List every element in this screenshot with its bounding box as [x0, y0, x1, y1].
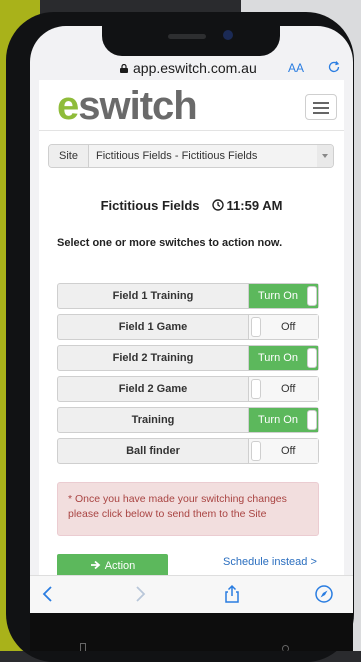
toggle-knob[interactable]: [251, 441, 261, 461]
phone-notch: [102, 26, 280, 56]
site-select[interactable]: Fictitious Fields - Fictitious Fields: [89, 145, 333, 167]
menu-bar-icon: [313, 112, 329, 114]
switch-row: Ball finder Off: [57, 438, 319, 464]
switch-row: Field 2 Game Off: [57, 376, 319, 402]
current-time: 11:59 AM: [226, 198, 283, 213]
phone-screen: app.eswitch.com.au AA eswitch Site Ficti…: [30, 26, 353, 651]
switch-row: Field 2 Training Turn On: [57, 345, 319, 371]
clock-icon: [211, 199, 224, 211]
site-label: Site: [49, 145, 89, 167]
switch-toggle[interactable]: Off: [248, 315, 318, 339]
toggle-label: Turn On: [258, 290, 298, 302]
toggle-knob[interactable]: [307, 410, 317, 430]
hamburger-menu-button[interactable]: [305, 94, 337, 120]
toggle-knob[interactable]: [251, 317, 261, 337]
instructions: Select one or more switches to action no…: [57, 237, 283, 249]
switch-toggle[interactable]: Off: [248, 377, 318, 401]
speaker: [168, 34, 206, 39]
browser-toolbar: [30, 575, 353, 614]
toggle-knob[interactable]: [251, 379, 261, 399]
toggle-knob[interactable]: [307, 286, 317, 306]
switch-name: Field 1 Game: [118, 321, 188, 333]
info-alert: * Once you have made your switching chan…: [57, 482, 319, 536]
tabs-icon[interactable]: [80, 643, 86, 651]
switch-name: Field 1 Training: [112, 290, 194, 302]
url-text: app.eswitch.com.au: [133, 60, 257, 76]
toggle-label: Turn On: [258, 414, 298, 426]
switch-toggle[interactable]: Turn On: [248, 346, 318, 370]
toggle-label: Turn On: [258, 352, 298, 364]
share-icon[interactable]: [222, 584, 242, 604]
chevron-down-icon[interactable]: [317, 145, 333, 167]
switch-row: Field 1 Training Turn On: [57, 283, 319, 309]
back-icon[interactable]: [38, 584, 58, 604]
web-content: eswitch Site Fictitious Fields - Fictiti…: [39, 80, 344, 579]
arrow-right-icon: [90, 560, 101, 570]
toggle-knob[interactable]: [307, 348, 317, 368]
switch-name: Training: [131, 414, 175, 426]
forward-icon[interactable]: [130, 584, 150, 604]
switch-name: Ball finder: [126, 445, 180, 457]
browser-address-bar[interactable]: app.eswitch.com.au AA: [30, 56, 353, 80]
header-divider: [39, 130, 344, 131]
site-name: Fictitious Fields: [100, 198, 200, 213]
toggle-label: Off: [281, 445, 296, 457]
reload-icon[interactable]: [327, 60, 341, 74]
compass-icon[interactable]: [314, 584, 334, 604]
action-label: Action: [104, 560, 136, 572]
text-size-button[interactable]: AA: [288, 61, 304, 75]
toggle-label: Off: [281, 321, 296, 333]
switch-toggle[interactable]: Turn On: [248, 408, 318, 432]
eswitch-logo[interactable]: eswitch: [57, 84, 198, 129]
switch-toggle[interactable]: Off: [248, 439, 318, 463]
camera: [223, 30, 233, 40]
switch-row: Field 1 Game Off: [57, 314, 319, 340]
camera-icon[interactable]: [282, 645, 289, 651]
menu-bar-icon: [313, 102, 329, 104]
switch-name: Field 2 Training: [112, 352, 194, 364]
switch-row: Training Turn On: [57, 407, 319, 433]
switch-toggle[interactable]: Turn On: [248, 284, 318, 308]
site-status: Fictitious Fields 11:59 AM: [39, 198, 344, 213]
lock-icon: [120, 64, 128, 73]
toggle-label: Off: [281, 383, 296, 395]
home-area: [30, 613, 353, 651]
url-display[interactable]: app.eswitch.com.au: [120, 60, 257, 76]
menu-bar-icon: [313, 107, 329, 109]
schedule-instead-link[interactable]: Schedule instead >: [223, 556, 317, 568]
site-selector[interactable]: Site Fictitious Fields - Fictitious Fiel…: [48, 144, 334, 168]
switch-name: Field 2 Game: [118, 383, 188, 395]
